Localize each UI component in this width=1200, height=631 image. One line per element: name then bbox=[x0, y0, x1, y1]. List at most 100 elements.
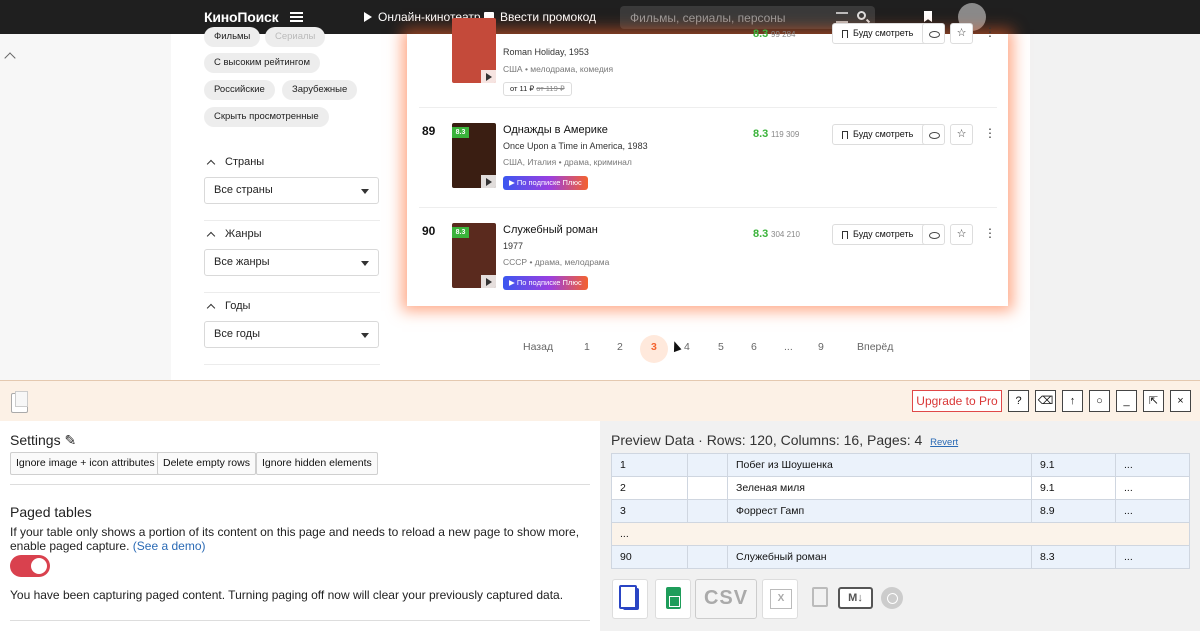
pager-page-9[interactable]: 9 bbox=[818, 341, 824, 353]
csv-export-button[interactable]: CSV bbox=[695, 579, 757, 619]
more-icon[interactable]: ⋮ bbox=[984, 23, 996, 44]
pager-page-5[interactable]: 5 bbox=[718, 341, 724, 353]
eye-icon[interactable] bbox=[922, 224, 945, 245]
divider bbox=[204, 292, 380, 293]
preview-title: Preview Data · Rows: 120, Columns: 16, P… bbox=[611, 432, 958, 448]
years-select[interactable]: Все годы bbox=[204, 321, 379, 348]
section-title-genres: Жанры bbox=[225, 228, 262, 240]
play-icon[interactable] bbox=[481, 70, 496, 83]
pager-page-3[interactable]: 3 bbox=[651, 341, 657, 353]
section-title-countries: Страны bbox=[225, 156, 265, 168]
filters-panel: Фильмы Сериалы С высоким рейтингом Росси… bbox=[171, 27, 393, 380]
document-icon bbox=[11, 391, 28, 413]
table-cell bbox=[687, 453, 728, 477]
countries-select[interactable]: Все страны bbox=[204, 177, 379, 204]
delete-empty-rows-button[interactable]: Delete empty rows bbox=[157, 452, 256, 475]
film-rank: 89 bbox=[422, 124, 436, 138]
film-title[interactable]: Служебный роман bbox=[503, 224, 598, 236]
chevron-up-icon[interactable] bbox=[206, 303, 216, 313]
film-row[interactable]: 90 8.3 Служебный роман 1977 СССР • драма… bbox=[419, 208, 997, 308]
chip-series[interactable]: Сериалы bbox=[265, 27, 326, 47]
eye-icon[interactable] bbox=[922, 124, 945, 145]
film-list-card: Roman Holiday, 1953 США • мелодрама, ком… bbox=[407, 18, 1008, 308]
table-row: 1 Побег из Шоушенка 9.1 ... bbox=[611, 453, 1190, 477]
pager-page-2[interactable]: 2 bbox=[617, 341, 623, 353]
pager-page-6[interactable]: 6 bbox=[751, 341, 757, 353]
chip-films[interactable]: Фильмы bbox=[204, 27, 261, 47]
paged-capture-toggle[interactable] bbox=[10, 555, 50, 577]
pager-prev[interactable]: Назад bbox=[523, 341, 553, 353]
play-icon[interactable] bbox=[481, 175, 496, 188]
chip-russian[interactable]: Российские bbox=[204, 80, 275, 100]
film-row[interactable]: 89 8.3 Однажды в Америке Once Upon a Tim… bbox=[419, 108, 997, 208]
table-cell: 9.1 bbox=[1031, 453, 1116, 477]
star-icon[interactable]: ☆ bbox=[950, 23, 973, 44]
divider bbox=[10, 484, 590, 485]
countries-select-value: Все страны bbox=[214, 184, 273, 196]
share-icon[interactable] bbox=[881, 587, 903, 609]
upgrade-button[interactable]: Upgrade to Pro bbox=[912, 390, 1002, 412]
film-poster[interactable]: 8.3 bbox=[452, 123, 496, 188]
excel-export-button[interactable]: X bbox=[762, 579, 798, 619]
plus-subscription-badge[interactable]: ▶ По подписке Плюс bbox=[503, 176, 588, 190]
film-original-title: 1977 bbox=[503, 241, 524, 251]
more-icon[interactable]: ⋮ bbox=[984, 224, 996, 245]
bookmark-icon bbox=[842, 131, 848, 139]
settings-title[interactable]: Settings ✎ bbox=[10, 432, 76, 449]
chevron-up-icon[interactable] bbox=[206, 159, 216, 169]
table-row: 90 Служебный роман 8.3 ... bbox=[611, 545, 1190, 569]
pager-page-1[interactable]: 1 bbox=[584, 341, 590, 353]
genres-select-value: Все жанры bbox=[214, 256, 270, 268]
revert-link[interactable]: Revert bbox=[930, 437, 958, 448]
star-icon[interactable]: ☆ bbox=[950, 224, 973, 245]
film-poster[interactable] bbox=[452, 18, 496, 83]
eye-icon[interactable] bbox=[922, 23, 945, 44]
preview-summary: Preview Data · Rows: 120, Columns: 16, P… bbox=[611, 432, 923, 448]
circle-button[interactable]: ○ bbox=[1089, 390, 1110, 412]
popout-button[interactable]: ⇱ bbox=[1143, 390, 1164, 412]
pager-next[interactable]: Вперёд bbox=[857, 341, 893, 353]
minimize-button[interactable]: _ bbox=[1116, 390, 1137, 412]
menu-icon[interactable] bbox=[290, 12, 303, 22]
right-gutter bbox=[1030, 34, 1200, 380]
table-capture-extension: Upgrade to Pro ? ⌫ ↑ ○ _ ⇱ × Settings ✎ … bbox=[0, 380, 1200, 631]
pager-page-4[interactable]: 4 bbox=[684, 341, 690, 353]
table-cell: Форрест Гамп bbox=[727, 499, 1032, 523]
see-demo-link[interactable]: (See a demo) bbox=[133, 539, 206, 553]
play-icon[interactable] bbox=[481, 275, 496, 288]
genres-select[interactable]: Все жанры bbox=[204, 249, 379, 276]
logo[interactable]: КиноПоиск bbox=[204, 9, 279, 25]
chip-high-rating[interactable]: С высоким рейтингом bbox=[204, 53, 320, 73]
ignore-image-icon-button[interactable]: Ignore image + icon attributes bbox=[10, 452, 161, 475]
ignore-hidden-elements-button[interactable]: Ignore hidden elements bbox=[256, 452, 378, 475]
film-original-title: Once Upon a Time in America, 1983 bbox=[503, 141, 648, 151]
preview-table: 1 Побег из Шоушенка 9.1 ... 2 Зеленая ми… bbox=[611, 453, 1190, 569]
more-icon[interactable]: ⋮ bbox=[984, 124, 996, 145]
film-poster[interactable]: 8.3 bbox=[452, 223, 496, 288]
table-cell bbox=[687, 545, 728, 569]
chip-hide-watched[interactable]: Скрыть просмотренные bbox=[204, 107, 329, 127]
clear-button[interactable]: ⌫ bbox=[1035, 390, 1056, 412]
google-sheets-button[interactable] bbox=[655, 579, 691, 619]
extension-header: Upgrade to Pro ? ⌫ ↑ ○ _ ⇱ × bbox=[0, 381, 1200, 421]
chevron-up-icon[interactable] bbox=[206, 231, 216, 241]
close-button[interactable]: × bbox=[1170, 390, 1191, 412]
star-icon[interactable]: ☆ bbox=[950, 124, 973, 145]
caret-down-icon bbox=[361, 261, 369, 266]
film-price[interactable]: от 11 ₽ от 119 ₽ bbox=[503, 82, 572, 96]
office-icon[interactable] bbox=[812, 587, 828, 607]
chevron-up-icon[interactable] bbox=[4, 52, 16, 64]
help-button[interactable]: ? bbox=[1008, 390, 1029, 412]
film-title[interactable]: Однажды в Америке bbox=[503, 124, 608, 136]
plus-subscription-badge[interactable]: ▶ По подписке Плюс bbox=[503, 276, 588, 290]
price-current: от 11 ₽ bbox=[510, 84, 535, 93]
film-rating: 8.3 bbox=[753, 28, 769, 40]
film-row[interactable]: Roman Holiday, 1953 США • мелодрама, ком… bbox=[419, 8, 997, 108]
copy-to-clipboard-button[interactable] bbox=[612, 579, 648, 619]
table-cell: 90 bbox=[611, 545, 688, 569]
chip-foreign[interactable]: Зарубежные bbox=[282, 80, 358, 100]
watch-later-label: Буду смотреть bbox=[853, 229, 914, 239]
move-up-button[interactable]: ↑ bbox=[1062, 390, 1083, 412]
paged-description: If your table only shows a portion of it… bbox=[10, 525, 590, 553]
markdown-export-button[interactable]: M↓ bbox=[838, 587, 873, 609]
